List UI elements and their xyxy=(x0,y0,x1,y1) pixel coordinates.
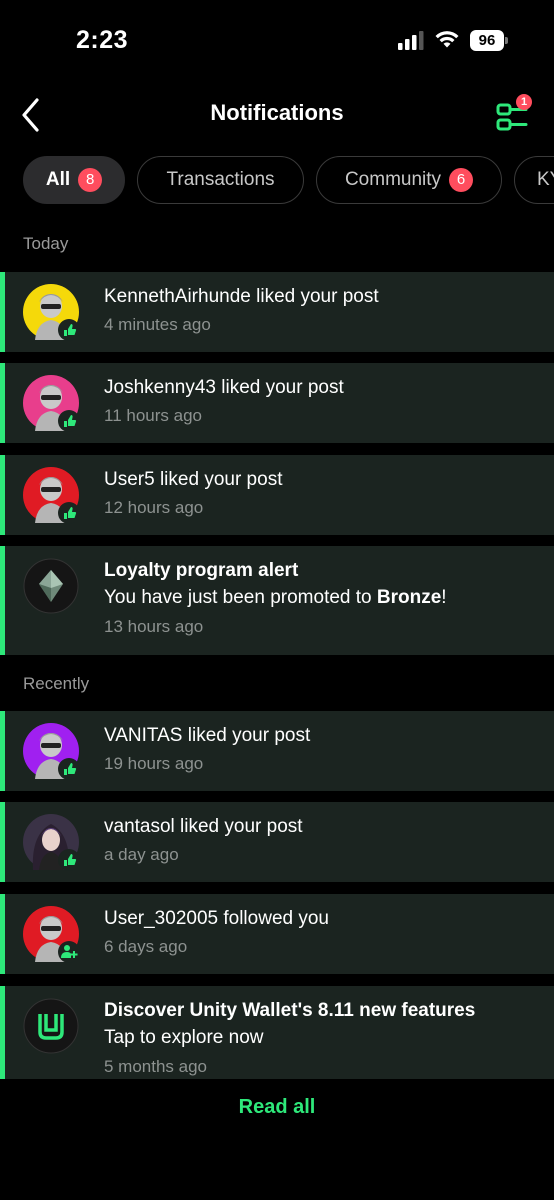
notification-title: VANITAS liked your post xyxy=(104,725,311,746)
notification-time: 12 hours ago xyxy=(104,498,204,517)
notification-time: 19 hours ago xyxy=(104,754,204,773)
body-suffix: ! xyxy=(441,587,447,608)
notification-item[interactable]: User5 liked your post 12 hours ago xyxy=(0,455,554,535)
notification-text: Loyalty program alert You have just been… xyxy=(104,558,544,640)
notification-time: 11 hours ago xyxy=(104,406,202,425)
battery-tip xyxy=(505,37,508,44)
tab-count-badge: 6 xyxy=(449,168,474,192)
tab-label: KY xyxy=(537,169,554,190)
notification-text: vantasol liked your post a day ago xyxy=(104,814,544,868)
notification-time: 5 months ago xyxy=(104,1057,208,1076)
notification-title: vantasol liked your post xyxy=(104,816,303,837)
notification-text: Joshkenny43 liked your post 11 hours ago xyxy=(104,375,544,429)
section-recently-label: Recently xyxy=(23,674,90,693)
battery-indicator: 96 xyxy=(470,30,508,51)
notification-text: Discover Unity Wallet's 8.11 new feature… xyxy=(104,998,544,1079)
wifi-icon xyxy=(435,31,459,48)
notification-text: User_302005 followed you 6 days ago xyxy=(104,906,544,960)
notification-title: User_302005 followed you xyxy=(104,908,329,929)
settings-badge: 1 xyxy=(516,94,532,110)
notification-body: Tap to explore now xyxy=(104,1027,264,1048)
notification-time: 4 minutes ago xyxy=(104,315,211,334)
tab-label: All xyxy=(45,169,71,190)
notification-item[interactable]: User_302005 followed you 6 days ago xyxy=(0,894,554,974)
tab-all[interactable]: All 8 xyxy=(23,156,125,204)
unity-wallet-logo-icon xyxy=(23,998,79,1054)
notification-item-loyalty[interactable]: Loyalty program alert You have just been… xyxy=(0,546,554,655)
avatar xyxy=(23,467,80,524)
notification-text: VANITAS liked your post 19 hours ago xyxy=(104,723,544,777)
notification-text: KennethAirhunde liked your post 4 minute… xyxy=(104,284,544,338)
battery-level: 96 xyxy=(470,30,504,51)
header: Notifications 1 xyxy=(0,80,554,150)
read-all-button[interactable]: Read all xyxy=(0,1096,554,1119)
notification-title: Loyalty program alert xyxy=(104,560,299,581)
tier-name: Bronze xyxy=(376,587,442,608)
notification-item[interactable]: Joshkenny43 liked your post 11 hours ago xyxy=(0,363,554,443)
avatar xyxy=(23,284,80,341)
notification-text: User5 liked your post 12 hours ago xyxy=(104,467,544,521)
notification-title: Discover Unity Wallet's 8.11 new feature… xyxy=(104,1000,476,1021)
notification-time: 13 hours ago xyxy=(104,617,204,636)
page-title: Notifications xyxy=(210,100,344,125)
notification-time: a day ago xyxy=(104,845,179,864)
tab-transactions[interactable]: Transactions xyxy=(137,156,304,204)
cellular-signal-icon xyxy=(398,31,424,50)
status-bar: 2:23 96 xyxy=(0,0,554,80)
tab-community[interactable]: Community 6 xyxy=(316,156,502,204)
avatar xyxy=(23,814,80,871)
notification-body: You have just been promoted to Bronze! xyxy=(104,584,544,612)
tab-label: Transactions xyxy=(166,169,275,190)
notification-item-promo[interactable]: Discover Unity Wallet's 8.11 new feature… xyxy=(0,986,554,1079)
notification-item[interactable]: KennethAirhunde liked your post 4 minute… xyxy=(0,272,554,352)
notification-item[interactable]: vantasol liked your post a day ago xyxy=(0,802,554,882)
diamond-icon xyxy=(23,558,79,614)
filter-tabs: All 8 Transactions Community 6 KY xyxy=(0,156,554,206)
notification-title: Joshkenny43 liked your post xyxy=(104,377,344,398)
tab-label: Community xyxy=(344,169,442,190)
notification-item[interactable]: VANITAS liked your post 19 hours ago xyxy=(0,711,554,791)
notification-title: KennethAirhunde liked your post xyxy=(104,286,379,307)
section-today-label: Today xyxy=(23,234,69,253)
tab-count-badge: 8 xyxy=(78,168,103,192)
avatar xyxy=(23,723,80,780)
notification-title: User5 liked your post xyxy=(104,469,283,490)
avatar xyxy=(23,375,80,432)
avatar xyxy=(23,906,80,963)
tab-kyc[interactable]: KY xyxy=(514,156,554,204)
body-text: You have just been promoted to xyxy=(104,587,377,608)
status-time: 2:23 xyxy=(76,26,129,54)
notification-time: 6 days ago xyxy=(104,937,188,956)
